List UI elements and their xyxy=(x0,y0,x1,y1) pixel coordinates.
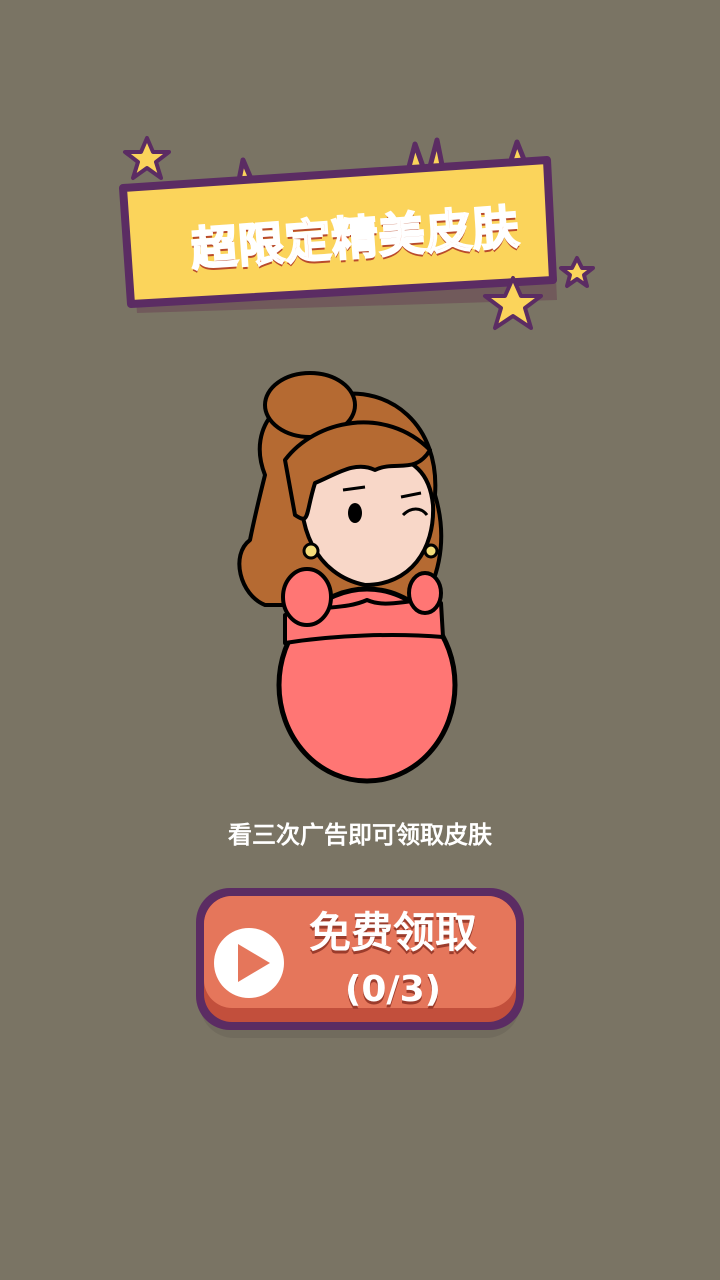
star-icon xyxy=(123,136,171,180)
star-icon xyxy=(559,256,595,288)
ad-progress-counter: (0/3) xyxy=(344,969,442,1010)
character-illustration xyxy=(237,371,458,784)
button-label: 免费领取 xyxy=(308,908,477,957)
hint-text: 看三次广告即可领取皮肤 xyxy=(228,821,492,849)
banner: 超限定精美皮肤 xyxy=(115,130,605,340)
character-skin-preview xyxy=(225,365,465,794)
free-claim-button[interactable]: 免费领取 (0/3) xyxy=(196,888,524,1038)
play-icon[interactable] xyxy=(214,928,284,998)
